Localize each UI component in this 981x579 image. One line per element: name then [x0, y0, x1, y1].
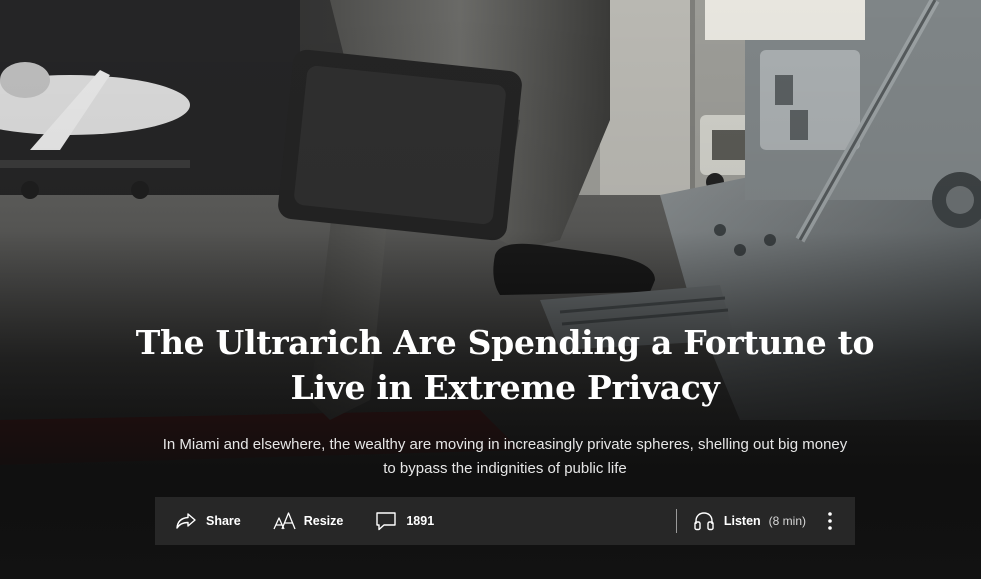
comment-bubble-icon: [375, 511, 397, 531]
share-button[interactable]: Share: [175, 497, 241, 545]
resize-button[interactable]: Resize: [273, 497, 344, 545]
share-label: Share: [206, 514, 241, 528]
article-toolbar: Share Resize 1891 Listen (8 min): [155, 497, 855, 545]
share-arrow-icon: [175, 511, 197, 531]
article-dek: In Miami and elsewhere, the wealthy are …: [162, 436, 848, 477]
text-resize-icon: [273, 511, 296, 531]
article-headline: The Ultrarich Are Spending a Fortune to …: [135, 323, 875, 407]
listen-duration: (8 min): [768, 514, 806, 528]
more-vertical-icon: [828, 512, 832, 530]
comments-button[interactable]: 1891: [375, 497, 434, 545]
toolbar-divider: [675, 509, 677, 533]
hero-image: [0, 0, 981, 579]
resize-label: Resize: [303, 514, 344, 528]
headphones-icon: [693, 511, 715, 531]
hero-gradient-overlay: [0, 0, 981, 579]
listen-button[interactable]: Listen (8 min): [693, 497, 806, 545]
listen-label: Listen: [723, 514, 761, 528]
comments-count: 1891: [406, 514, 435, 528]
more-options-button[interactable]: [825, 497, 835, 545]
